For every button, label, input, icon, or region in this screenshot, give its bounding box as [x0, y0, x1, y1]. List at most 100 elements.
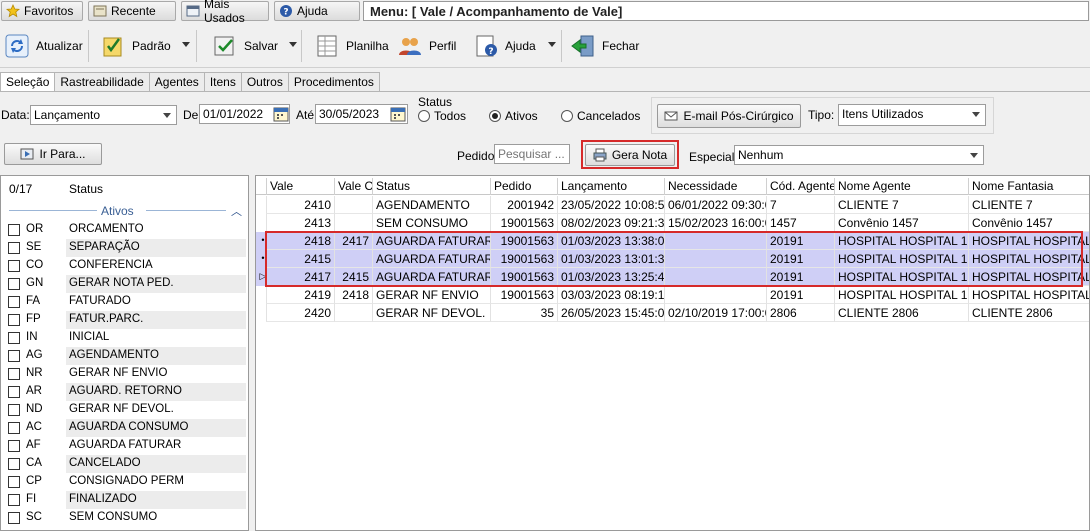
cell-nome-fantasia: CLIENTE 7: [968, 196, 1089, 214]
table-row[interactable]: 2410 AGENDAMENTO 2001942 23/05/2022 10:08:5…: [256, 196, 1089, 214]
status-item-se[interactable]: SE SEPARAÇÃO: [1, 239, 248, 257]
status-code: AR: [26, 385, 42, 397]
column-header-status[interactable]: Status: [372, 178, 490, 195]
table-row[interactable]: 2413 SEM CONSUMO 19001563 08/02/2023 09:21:…: [256, 214, 1089, 232]
tab-mais-usados[interactable]: Mais Usados: [181, 0, 269, 25]
status-item-ac[interactable]: AC AGUARDA CONSUMO: [1, 419, 248, 437]
tab-itens[interactable]: Itens: [203, 72, 242, 91]
status-ativos-radio[interactable]: Ativos: [489, 109, 538, 123]
table-row[interactable]: 2420 GERAR NF DEVOL. 35 26/05/2023 15:45:09…: [256, 304, 1089, 322]
tab-recente[interactable]: Recente: [88, 1, 176, 21]
planilha-button[interactable]: Planilha: [314, 28, 389, 64]
status-item-ar[interactable]: AR AGUARD. RETORNO: [1, 383, 248, 401]
status-item-co[interactable]: CO CONFERENCIA: [1, 257, 248, 275]
tab-selecao[interactable]: Seleção: [0, 72, 56, 91]
checkbox-icon[interactable]: [8, 350, 20, 362]
data-select-value: Lançamento: [34, 108, 101, 122]
checkbox-icon[interactable]: [8, 476, 20, 488]
status-item-fp[interactable]: FP FATUR.PARC.: [1, 311, 248, 329]
column-header-vale[interactable]: Vale: [266, 178, 334, 195]
especial-select[interactable]: Nenhum: [734, 145, 984, 165]
tab-agentes[interactable]: Agentes: [148, 72, 205, 91]
checkbox-icon[interactable]: [8, 314, 20, 326]
ir-para-button[interactable]: Ir Para...: [4, 143, 102, 165]
checkbox-icon[interactable]: [8, 422, 20, 434]
status-todos-label: Todos: [434, 109, 467, 123]
column-header-vale-or[interactable]: Vale Or: [334, 178, 372, 195]
checkbox-icon[interactable]: [8, 494, 20, 506]
table-row[interactable]: 2419 2418 GERAR NF ENVIO 19001563 03/03/2023…: [256, 286, 1089, 304]
checkbox-icon[interactable]: [8, 440, 20, 452]
checkbox-icon[interactable]: [8, 386, 20, 398]
checkbox-icon[interactable]: [8, 458, 20, 470]
tab-favoritos[interactable]: Favoritos: [1, 1, 83, 21]
checkbox-icon[interactable]: [8, 368, 20, 380]
perfil-label: Perfil: [429, 39, 457, 53]
cell-pedido: 2001942: [490, 196, 557, 214]
status-item-gn[interactable]: GN GERAR NOTA PED.: [1, 275, 248, 293]
status-item-in[interactable]: IN INICIAL: [1, 329, 248, 347]
cell-pedido: 19001563: [490, 286, 557, 304]
column-header-pedido[interactable]: Pedido: [490, 178, 557, 195]
status-name: AGUARD. RETORNO: [66, 383, 246, 401]
status-name: CANCELADO: [66, 455, 246, 473]
status-item-nd[interactable]: ND GERAR NF DEVOL.: [1, 401, 248, 419]
perfil-button[interactable]: Perfil: [397, 28, 456, 64]
checkbox-icon[interactable]: [8, 512, 20, 524]
tab-rastreabilidade[interactable]: Rastreabilidade: [54, 72, 150, 91]
atualizar-button[interactable]: Atualizar: [4, 28, 83, 64]
column-header-nome-agente[interactable]: Nome Agente: [834, 178, 968, 195]
tab-mais-usados-label: Mais Usados: [204, 0, 245, 25]
ajuda-button[interactable]: ? Ajuda: [473, 28, 536, 64]
status-item-fa[interactable]: FA FATURADO: [1, 293, 248, 311]
status-item-ca[interactable]: CA CANCELADO: [1, 455, 248, 473]
status-item-cp[interactable]: CP CONSIGNADO PERM: [1, 473, 248, 491]
status-name: SEPARAÇÃO: [66, 239, 246, 257]
data-select[interactable]: Lançamento: [30, 105, 177, 125]
column-header-nome-fantasia[interactable]: Nome Fantasia: [968, 178, 1089, 195]
status-cancelados-radio[interactable]: Cancelados: [561, 109, 640, 123]
status-item-af[interactable]: AF AGUARDA FATURAR: [1, 437, 248, 455]
status-code: IN: [26, 331, 38, 343]
status-code: CO: [26, 259, 44, 271]
padrao-label: Padrão: [132, 39, 171, 53]
calendar-icon[interactable]: [273, 106, 289, 122]
status-name: GERAR NF DEVOL.: [69, 403, 174, 415]
padrao-button[interactable]: Padrão: [100, 28, 171, 64]
cell-nome-agente: Convênio 1457: [834, 214, 968, 232]
calendar-icon[interactable]: [390, 106, 406, 122]
status-item-nr[interactable]: NR GERAR NF ENVIO: [1, 365, 248, 383]
checkbox-icon[interactable]: [8, 296, 20, 308]
column-header-cod-agente[interactable]: Cód. Agente: [766, 178, 834, 195]
salvar-button[interactable]: Salvar: [212, 28, 278, 64]
status-item-or[interactable]: OR ORCAMENTO: [1, 221, 248, 239]
ate-date-value: 30/05/2023: [319, 107, 380, 121]
status-item-ag[interactable]: AG AGENDAMENTO: [1, 347, 248, 365]
column-header-necessidade[interactable]: Necessidade: [664, 178, 766, 195]
checkbox-icon[interactable]: [8, 332, 20, 344]
collapse-icon[interactable]: ︿: [231, 203, 242, 219]
fechar-button[interactable]: Fechar: [570, 28, 639, 64]
checkbox-icon[interactable]: [8, 404, 20, 416]
radio-icon: [561, 110, 573, 122]
email-pos-cirurgico-button[interactable]: E-mail Pós-Cirúrgico: [657, 104, 801, 128]
checkbox-icon[interactable]: [8, 278, 20, 290]
salvar-dropdown-icon[interactable]: [289, 42, 297, 47]
cell-status: GERAR NF DEVOL.: [372, 304, 490, 322]
checkbox-icon[interactable]: [8, 224, 20, 236]
status-item-fi[interactable]: FI FINALIZADO: [1, 491, 248, 509]
padrao-dropdown-icon[interactable]: [182, 42, 190, 47]
column-header-lancamento[interactable]: Lançamento: [557, 178, 664, 195]
checkbox-icon[interactable]: [8, 242, 20, 254]
tipo-select[interactable]: Itens Utilizados: [838, 104, 986, 126]
status-todos-radio[interactable]: Todos: [418, 109, 466, 123]
tab-ajuda[interactable]: ? Ajuda: [274, 1, 360, 21]
status-item-sc[interactable]: SC SEM CONSUMO: [1, 509, 248, 527]
tab-outros[interactable]: Outros: [240, 72, 289, 91]
ajuda-dropdown-icon[interactable]: [548, 42, 556, 47]
gera-nota-highlight: [581, 140, 679, 169]
checkbox-icon[interactable]: [8, 260, 20, 272]
tab-procedimentos[interactable]: Procedimentos: [287, 72, 380, 91]
status-ativos-label: Ativos: [505, 109, 538, 123]
pedido-search-input[interactable]: [494, 144, 570, 164]
